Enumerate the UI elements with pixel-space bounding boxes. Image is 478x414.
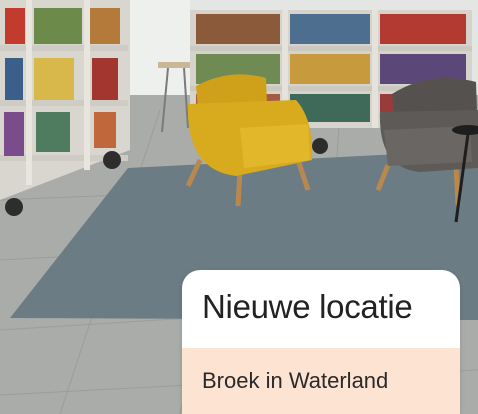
- card-title: Nieuwe locatie: [202, 288, 413, 325]
- location-band: Broek in Waterland: [182, 348, 460, 414]
- new-location-card[interactable]: Nieuwe locatie Broek in Waterland: [182, 270, 460, 414]
- location-name: Broek in Waterland: [202, 368, 389, 393]
